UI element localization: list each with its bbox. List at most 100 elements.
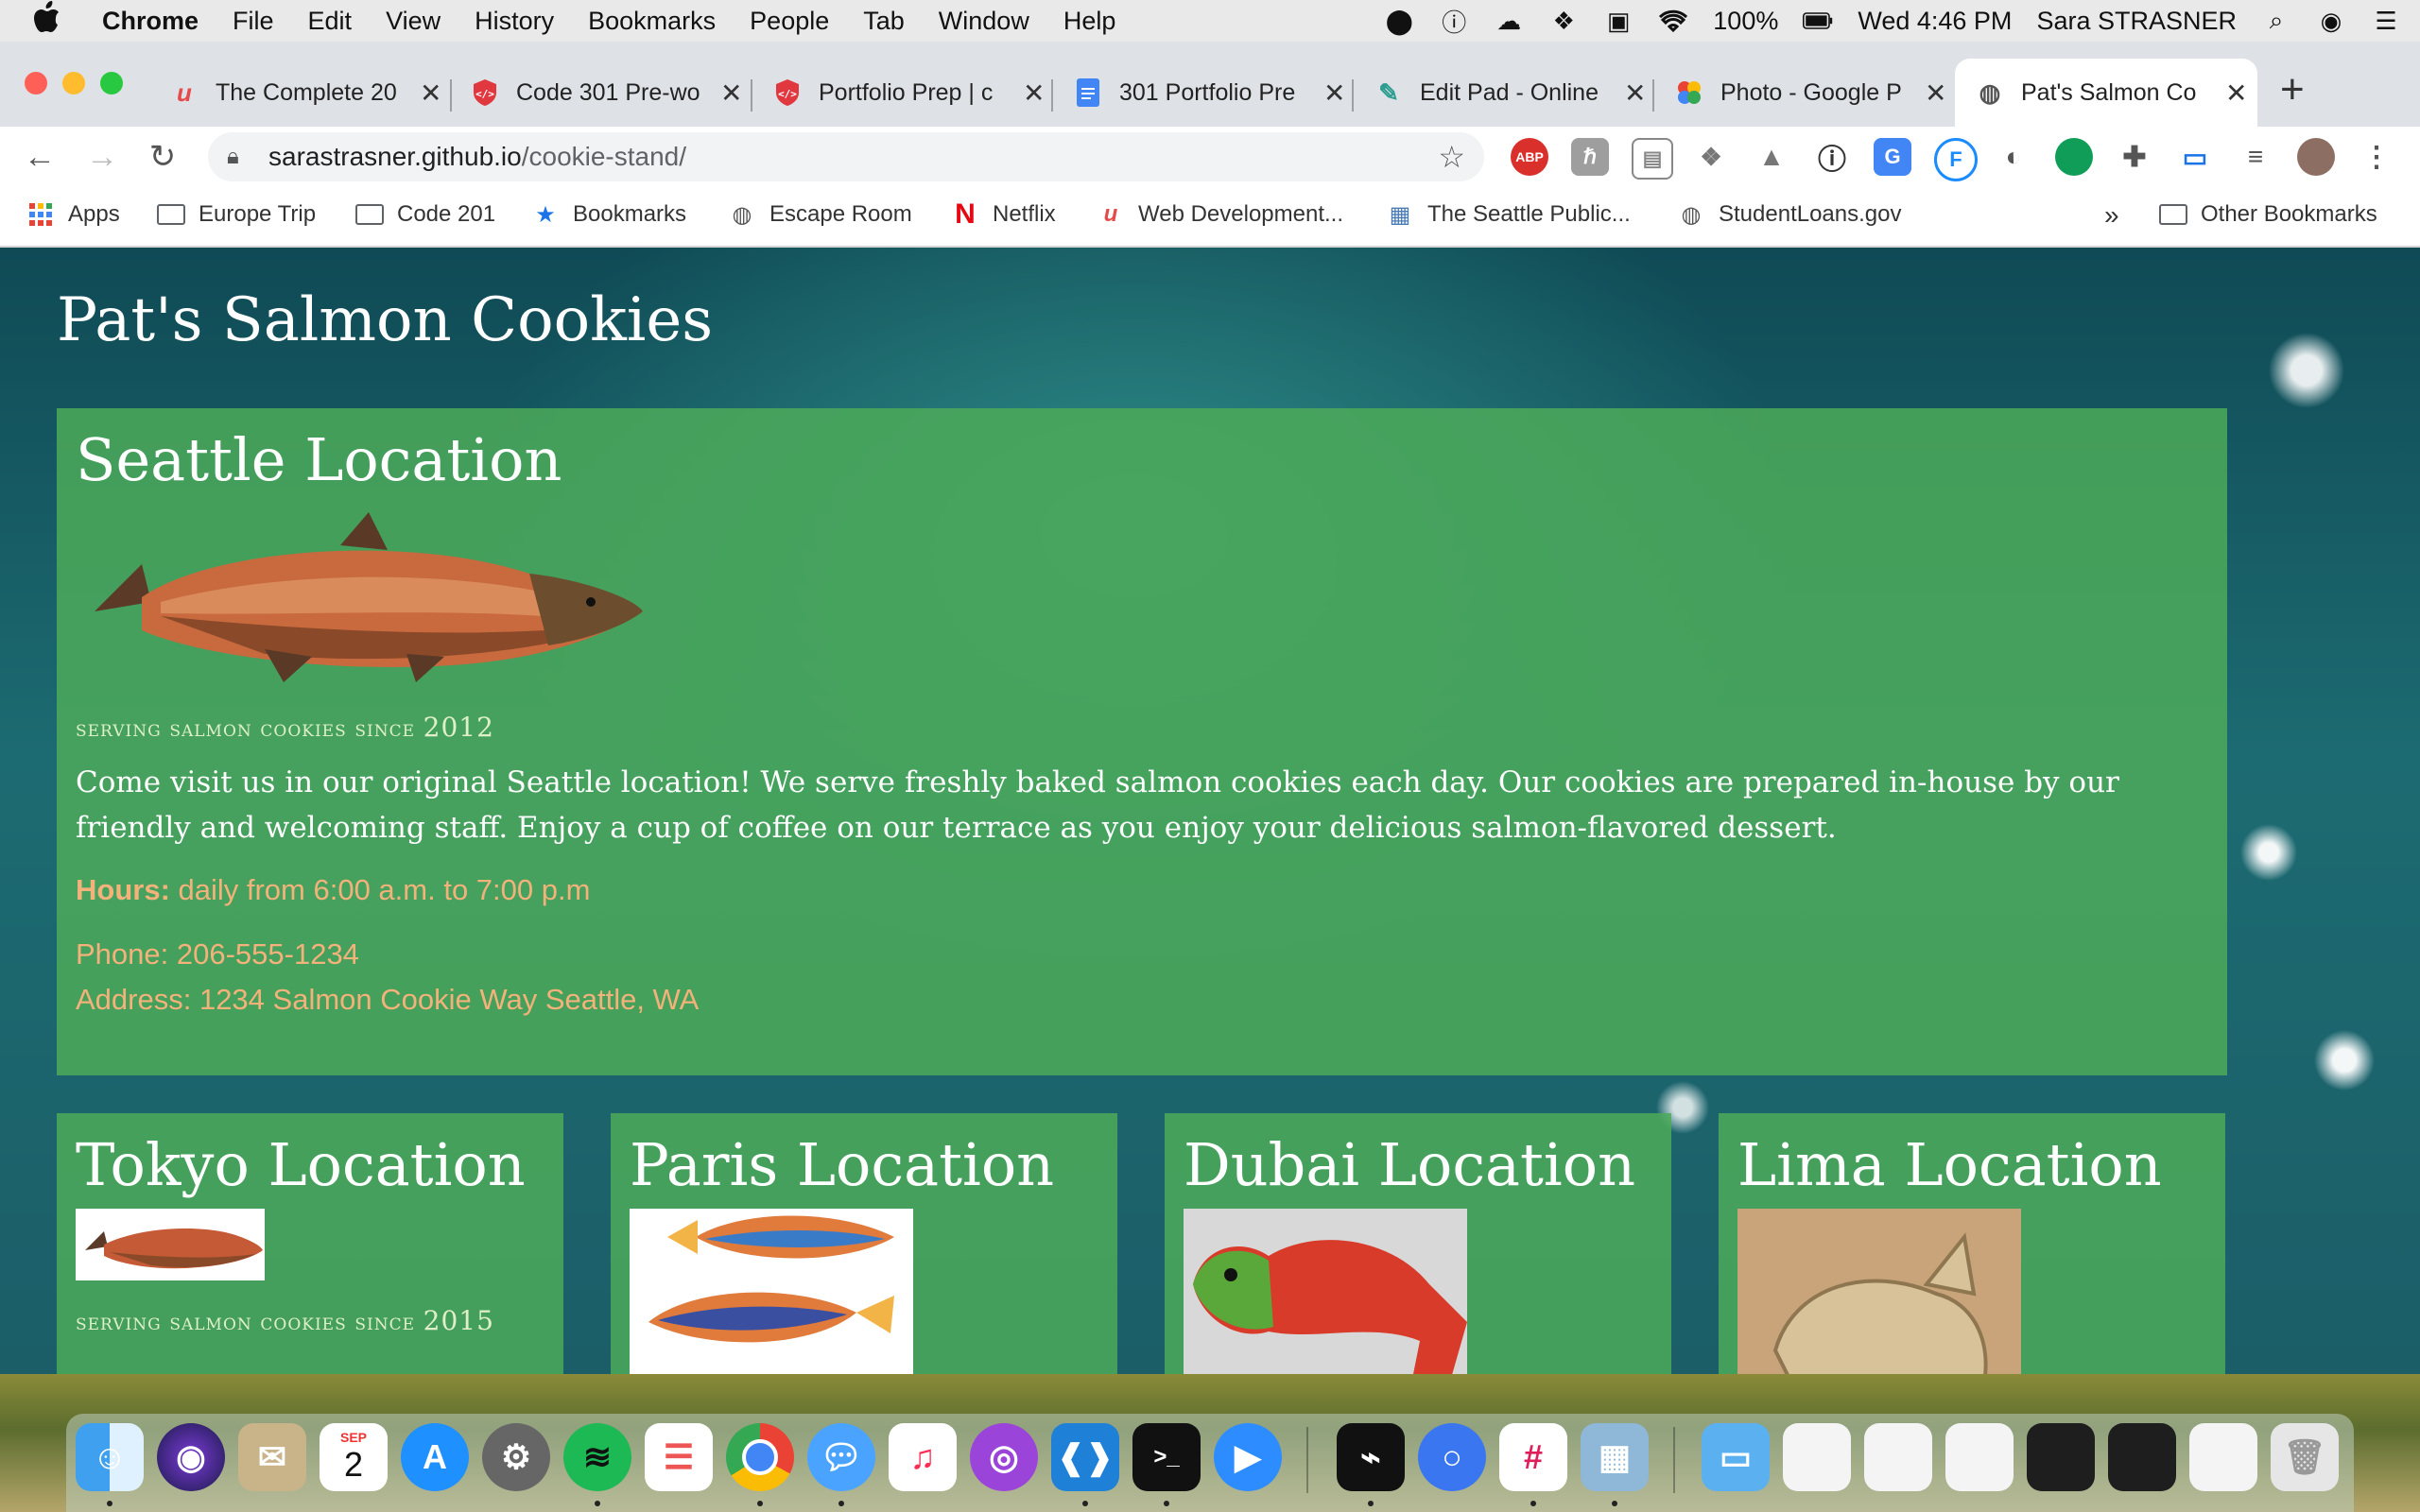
chrome-icon[interactable]: [726, 1423, 794, 1491]
other-bookmarks[interactable]: Other Bookmarks: [2159, 200, 2377, 229]
chrome-menu-icon[interactable]: ⋮: [2358, 138, 2395, 176]
bookmark-bookmarks[interactable]: ★ Bookmarks: [531, 200, 686, 229]
bookmark-netflix[interactable]: N Netflix: [951, 198, 1056, 230]
tab-pats-salmon-cookies[interactable]: ◍ Pat's Salmon Co ✕: [1955, 59, 2257, 127]
bookmark-web-development[interactable]: u Web Development...: [1097, 200, 1343, 229]
bookmark-apps[interactable]: Apps: [26, 200, 120, 229]
preview-icon[interactable]: ▦: [1581, 1423, 1649, 1491]
document-extension-icon[interactable]: ▤: [1632, 138, 1673, 180]
finder-icon[interactable]: ☺: [76, 1423, 144, 1491]
menu-people[interactable]: People: [750, 7, 829, 36]
vscode-icon[interactable]: ❰❱: [1051, 1423, 1119, 1491]
signal-icon[interactable]: ○: [1418, 1423, 1486, 1491]
menu-chrome[interactable]: Chrome: [102, 7, 199, 36]
bookmark-escape-room[interactable]: ◍ Escape Room: [728, 200, 912, 229]
hangouts-icon[interactable]: [2055, 138, 2093, 176]
menu-tab[interactable]: Tab: [863, 7, 905, 36]
zoom-icon[interactable]: ▶: [1214, 1423, 1282, 1491]
onepassword-extension-icon[interactable]: ⓘ: [1813, 138, 1851, 176]
bookmark-code-201[interactable]: Code 201: [355, 200, 495, 229]
bookmark-studentloans[interactable]: ◍ StudentLoans.gov: [1677, 200, 1902, 229]
google-translate-icon[interactable]: G: [1874, 138, 1911, 176]
menu-help[interactable]: Help: [1063, 7, 1116, 36]
bookmarks-overflow-button[interactable]: »: [2104, 200, 2119, 231]
window-thumbnail-3[interactable]: [1945, 1423, 2014, 1491]
tab-google-photos[interactable]: Photo - Google P ✕: [1675, 59, 1949, 127]
dropbox-extension-icon[interactable]: ❖: [1692, 138, 1730, 176]
battery-icon[interactable]: [1803, 6, 1833, 36]
system-preferences-icon[interactable]: ⚙: [482, 1423, 550, 1491]
close-tab-icon[interactable]: ✕: [1023, 77, 1045, 109]
lock-icon[interactable]: 🔒︎: [227, 144, 255, 170]
dropbox-icon[interactable]: ❖: [1548, 6, 1579, 36]
media-control-icon[interactable]: ≡: [2237, 138, 2274, 176]
tab-portfolio-prep[interactable]: </> Portfolio Prep | c ✕: [773, 59, 1047, 127]
extension-h-icon[interactable]: ℏ: [1571, 138, 1609, 176]
close-tab-icon[interactable]: ✕: [1323, 77, 1345, 109]
window-thumbnail-2[interactable]: [1864, 1423, 1932, 1491]
maximize-window-button[interactable]: [100, 72, 123, 94]
bookmark-seattle-public[interactable]: ▦ The Seattle Public...: [1386, 200, 1631, 229]
window-thumbnail-4[interactable]: [2027, 1423, 2095, 1491]
siri-icon[interactable]: ◉: [157, 1423, 225, 1491]
window-thumbnail-5[interactable]: [2108, 1423, 2176, 1491]
acrobat-icon[interactable]: ⌁: [1337, 1423, 1405, 1491]
screen-icon[interactable]: ▣: [1603, 6, 1634, 36]
trash-icon[interactable]: 🗑︎: [2271, 1423, 2339, 1491]
close-tab-icon[interactable]: ✕: [420, 77, 441, 109]
new-tab-button[interactable]: +: [2280, 66, 2305, 113]
tab-code-301[interactable]: </> Code 301 Pre-wo ✕: [471, 59, 745, 127]
creative-cloud-icon[interactable]: ☁: [1494, 6, 1524, 36]
profile-avatar[interactable]: [2297, 138, 2335, 176]
terminal-icon[interactable]: >_: [1132, 1423, 1201, 1491]
clock[interactable]: Wed 4:46 PM: [1858, 7, 2012, 36]
close-window-button[interactable]: [25, 72, 47, 94]
grammar-extension-icon[interactable]: F: [1934, 138, 1978, 181]
messages-icon[interactable]: 💬︎: [807, 1423, 875, 1491]
spotlight-search-icon[interactable]: ⌕: [2261, 6, 2291, 36]
window-thumbnail-6[interactable]: [2189, 1423, 2257, 1491]
address-bar[interactable]: 🔒︎ sarastrasner.github.io/cookie-stand/ …: [208, 132, 1484, 181]
tab-301-portfolio[interactable]: 301 Portfolio Pre ✕: [1074, 59, 1348, 127]
close-tab-icon[interactable]: ✕: [1925, 77, 1946, 109]
google-drive-icon[interactable]: ▲: [1753, 138, 1790, 176]
menu-file[interactable]: File: [233, 7, 274, 36]
podcasts-icon[interactable]: ◎: [970, 1423, 1038, 1491]
user-name[interactable]: Sara STRASNER: [2036, 7, 2237, 36]
onepassword-icon[interactable]: ⓘ: [1439, 6, 1469, 37]
folder-stack-icon[interactable]: ▭: [1702, 1423, 1770, 1491]
calendar-icon[interactable]: SEP 2: [320, 1423, 388, 1491]
tab-udemy[interactable]: u The Complete 20 ✕: [170, 59, 444, 127]
menu-bookmarks[interactable]: Bookmarks: [588, 7, 716, 36]
close-tab-icon[interactable]: ✕: [1624, 77, 1646, 109]
bookmark-europe-trip[interactable]: Europe Trip: [157, 200, 316, 229]
circle-extension-icon[interactable]: ◐: [1995, 138, 2032, 176]
cast-icon[interactable]: ▭: [2176, 138, 2214, 176]
window-thumbnail-1[interactable]: [1783, 1423, 1851, 1491]
wifi-icon[interactable]: [1658, 6, 1688, 36]
reminders-icon[interactable]: ☰: [645, 1423, 713, 1491]
spotify-icon[interactable]: ≋: [563, 1423, 631, 1491]
notification-center-icon[interactable]: ☰: [2371, 6, 2401, 36]
close-tab-icon[interactable]: ✕: [720, 77, 742, 109]
status-app-icon[interactable]: ⬤: [1384, 6, 1414, 36]
bookmark-star-icon[interactable]: ☆: [1438, 139, 1465, 175]
close-tab-icon[interactable]: ✕: [2225, 77, 2247, 109]
menu-edit[interactable]: Edit: [308, 7, 353, 36]
app-store-icon[interactable]: A: [401, 1423, 469, 1491]
page-viewport[interactable]: Pat's Salmon Cookies Seattle Location se…: [0, 248, 2420, 1374]
menu-history[interactable]: History: [475, 7, 554, 36]
apple-menu-icon[interactable]: [19, 0, 76, 42]
siri-icon[interactable]: ◉: [2316, 6, 2346, 36]
slack-icon[interactable]: #: [1499, 1423, 1567, 1491]
menu-window[interactable]: Window: [939, 7, 1029, 36]
mail-icon[interactable]: ✉: [238, 1423, 306, 1491]
forward-button[interactable]: →: [81, 136, 123, 178]
adblock-plus-icon[interactable]: ABP: [1511, 138, 1548, 176]
tab-edit-pad[interactable]: ✎ Edit Pad - Online ✕: [1374, 59, 1649, 127]
extensions-puzzle-icon[interactable]: ✚: [2116, 138, 2153, 176]
menu-view[interactable]: View: [386, 7, 441, 36]
reload-button[interactable]: ↻: [142, 136, 183, 178]
minimize-window-button[interactable]: [62, 72, 85, 94]
back-button[interactable]: ←: [19, 136, 60, 178]
